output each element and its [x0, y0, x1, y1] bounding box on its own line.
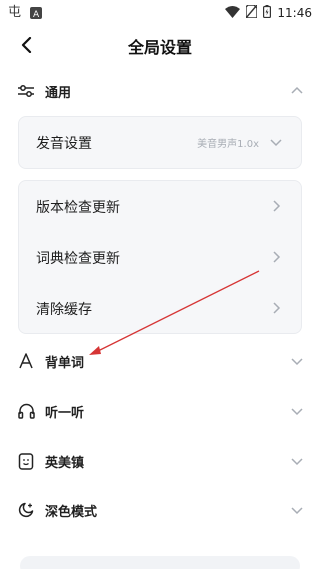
storybook-icon — [16, 451, 36, 471]
app-notification-icon: 屯 — [8, 3, 24, 23]
version-check-row[interactable]: 版本检查更新 — [19, 181, 301, 232]
chevron-right-icon — [273, 302, 281, 314]
pronunciation-value: 美音男声1.0x — [197, 139, 259, 150]
pronunciation-label: 发音设置 — [36, 135, 92, 152]
section-dark-mode[interactable]: 深色模式 — [16, 496, 304, 524]
status-time: 11:46 — [277, 5, 312, 20]
chevron-down-icon — [270, 139, 282, 147]
section-vocab[interactable]: 背单词 — [16, 347, 304, 375]
moon-icon — [16, 500, 36, 520]
svg-text:屯: 屯 — [8, 5, 21, 19]
bottom-action-bar[interactable] — [20, 556, 300, 569]
wifi-icon — [225, 3, 241, 22]
pronunciation-card: 发音设置 美音男声1.0x — [18, 116, 302, 169]
notification-a-icon: A — [30, 4, 42, 23]
pronunciation-setting-row[interactable]: 发音设置 美音男声1.0x — [19, 117, 301, 168]
chevron-down-icon — [291, 408, 303, 416]
headphones-icon — [16, 401, 36, 421]
battery-icon — [263, 3, 272, 22]
sliders-icon — [16, 81, 36, 101]
chevron-right-icon — [273, 200, 281, 212]
section-english-town[interactable]: 英美镇 — [16, 447, 304, 475]
clear-cache-row[interactable]: 清除缓存 — [19, 283, 301, 334]
maintenance-card: 版本检查更新 词典检查更新 清除缓存 — [18, 180, 302, 334]
section-english-town-label: 英美镇 — [45, 455, 85, 471]
letter-a-icon — [16, 351, 36, 371]
dict-check-row[interactable]: 词典检查更新 — [19, 232, 301, 283]
chevron-up-icon — [291, 86, 303, 94]
clear-cache-label: 清除缓存 — [36, 301, 92, 318]
section-general-label: 通用 — [45, 85, 72, 101]
section-general[interactable]: 通用 — [16, 77, 304, 105]
dict-check-label: 词典检查更新 — [36, 250, 120, 267]
chevron-down-icon — [291, 358, 303, 366]
chevron-down-icon — [291, 507, 303, 515]
page-title: 全局设置 — [127, 38, 192, 57]
header: 全局设置 — [0, 24, 320, 66]
section-dark-mode-label: 深色模式 — [45, 504, 98, 520]
chevron-right-icon — [273, 251, 281, 263]
section-listen[interactable]: 听一听 — [16, 397, 304, 425]
chevron-down-icon — [291, 458, 303, 466]
section-vocab-label: 背单词 — [45, 355, 85, 371]
section-listen-label: 听一听 — [45, 405, 85, 421]
svg-text:A: A — [33, 10, 40, 19]
status-bar: 屯 A 11:46 — [0, 0, 320, 24]
no-sim-icon — [245, 3, 259, 22]
version-check-label: 版本检查更新 — [36, 199, 120, 216]
